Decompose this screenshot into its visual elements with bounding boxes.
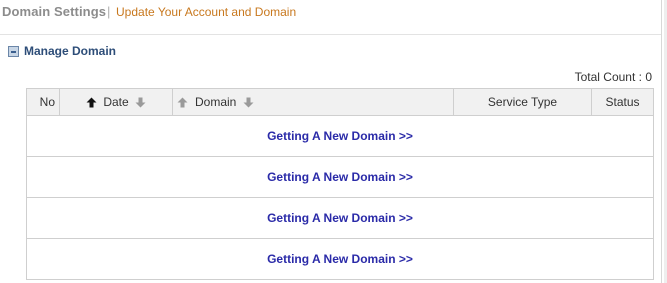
page-title: Domain Settings	[2, 4, 107, 19]
new-domain-link[interactable]: Getting A New Domain >>	[267, 252, 413, 266]
column-domain[interactable]: Domain	[172, 88, 454, 116]
sort-descending-icon[interactable]	[243, 97, 254, 108]
new-domain-link[interactable]: Getting A New Domain >>	[267, 129, 413, 143]
sort-ascending-icon[interactable]	[177, 97, 188, 108]
collapse-box-icon[interactable]	[8, 46, 19, 57]
column-service-type-label: Service Type	[487, 95, 558, 109]
column-domain-label[interactable]: Domain	[195, 95, 236, 109]
total-count-label: Total Count :	[574, 70, 646, 84]
table-row: Getting A New Domain >>	[26, 238, 654, 280]
column-date[interactable]: Date	[59, 88, 173, 116]
table-cell: Getting A New Domain >>	[26, 156, 654, 198]
page-subtitle: Update Your Account and Domain	[116, 5, 297, 19]
column-no: No	[26, 88, 60, 116]
total-count: Total Count : 0	[560, 70, 652, 84]
section-title: Manage Domain	[24, 44, 117, 58]
domain-table: No Date Domain Service Type Status Getti…	[26, 88, 654, 280]
column-date-label[interactable]: Date	[103, 95, 128, 109]
table-cell: Getting A New Domain >>	[26, 238, 654, 280]
sort-descending-icon[interactable]	[135, 97, 146, 108]
new-domain-link[interactable]: Getting A New Domain >>	[267, 170, 413, 184]
new-domain-link[interactable]: Getting A New Domain >>	[267, 211, 413, 225]
table-row: Getting A New Domain >>	[26, 115, 654, 157]
column-no-label: No	[39, 95, 55, 109]
page-header: Domain Settings | Update Your Account an…	[0, 0, 661, 35]
column-service-type: Service Type	[453, 88, 592, 116]
total-count-value: 0	[645, 70, 652, 84]
column-status: Status	[591, 88, 654, 116]
sort-ascending-icon[interactable]	[86, 97, 97, 108]
table-row: Getting A New Domain >>	[26, 156, 654, 198]
table-cell: Getting A New Domain >>	[26, 197, 654, 239]
table-header-row: No Date Domain Service Type Status	[26, 88, 654, 116]
table-row: Getting A New Domain >>	[26, 197, 654, 239]
table-cell: Getting A New Domain >>	[26, 115, 654, 157]
column-status-label: Status	[605, 95, 640, 109]
frame-border	[661, 0, 662, 283]
title-separator: |	[107, 4, 111, 19]
